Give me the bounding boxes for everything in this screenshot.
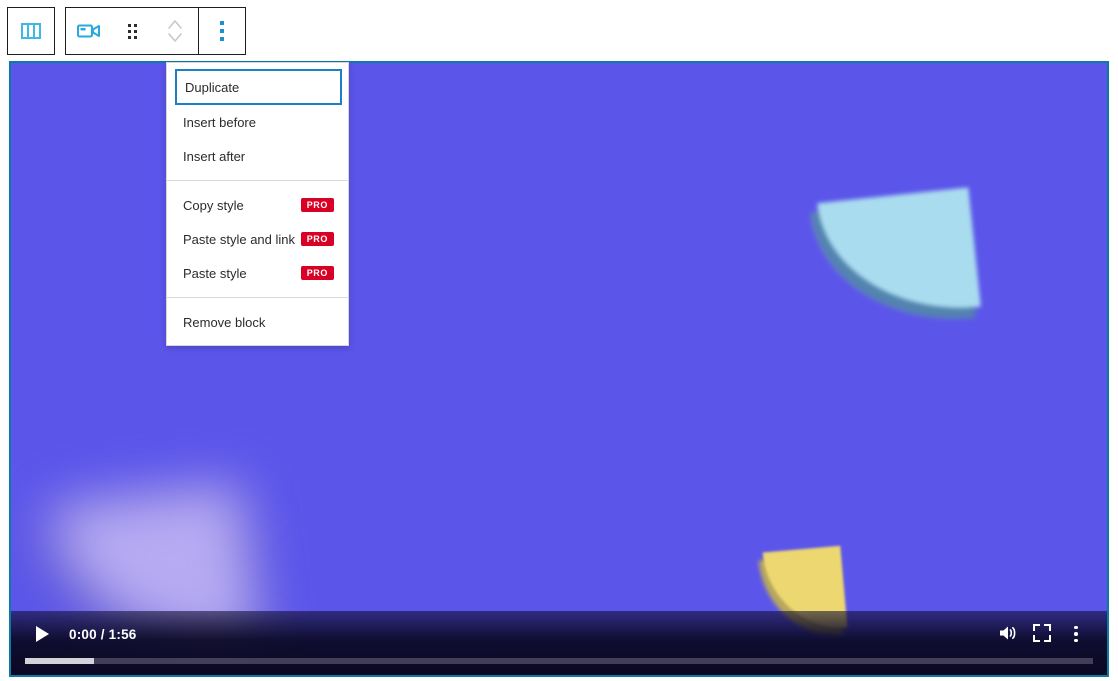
block-options-menu: Duplicate Insert before Insert after Cop…: [166, 62, 349, 346]
toolbar-group-block: [65, 7, 246, 55]
menu-item-copy-style[interactable]: Copy style PRO: [167, 188, 348, 222]
play-icon: [35, 626, 49, 642]
menu-item-insert-before[interactable]: Insert before: [167, 105, 348, 139]
pro-badge: PRO: [300, 198, 334, 212]
drag-handle-button[interactable]: [112, 8, 152, 54]
progress-bar[interactable]: [25, 658, 1093, 664]
menu-divider: [167, 180, 348, 181]
progress-bar-fill: [25, 658, 95, 664]
video-controls-bar: 0:00 / 1:56: [11, 611, 1107, 675]
menu-divider: [167, 297, 348, 298]
menu-item-insert-after[interactable]: Insert after: [167, 139, 348, 173]
fullscreen-button[interactable]: [1025, 617, 1059, 651]
menu-item-duplicate[interactable]: Duplicate: [175, 69, 342, 105]
columns-icon: [21, 23, 41, 39]
pro-badge: PRO: [300, 232, 334, 246]
drag-handle-icon: [127, 23, 137, 39]
chevron-up-down-icon: [166, 16, 184, 46]
block-toolbar: [7, 7, 246, 55]
volume-button[interactable]: [991, 617, 1025, 651]
fullscreen-icon: [1033, 623, 1051, 645]
video-block-button[interactable]: [66, 8, 112, 54]
time-display: 0:00 / 1:56: [69, 626, 137, 642]
more-options-button[interactable]: [199, 8, 245, 54]
menu-item-label: Paste style: [183, 265, 247, 281]
columns-layout-button[interactable]: [8, 8, 54, 54]
menu-item-paste-style[interactable]: Paste style PRO: [167, 256, 348, 290]
play-button[interactable]: [25, 617, 59, 651]
vertical-ellipsis-icon: [1074, 625, 1078, 643]
menu-item-label: Copy style: [183, 197, 244, 213]
menu-item-label: Insert before: [183, 114, 256, 130]
vertical-ellipsis-icon: [220, 21, 224, 41]
video-controls-row: 0:00 / 1:56: [11, 611, 1107, 657]
player-more-button[interactable]: [1059, 617, 1093, 651]
menu-bottom-padding: [167, 339, 348, 345]
video-camera-icon: [77, 22, 101, 40]
toolbar-group-layout: [7, 7, 55, 55]
menu-item-paste-style-and-link[interactable]: Paste style and link PRO: [167, 222, 348, 256]
volume-icon: [998, 624, 1018, 645]
menu-item-label: Duplicate: [185, 79, 240, 95]
menu-item-label: Remove block: [183, 314, 266, 330]
menu-item-label: Paste style and link: [183, 231, 296, 247]
menu-item-remove-block[interactable]: Remove block: [167, 305, 348, 339]
app-root: 0:00 / 1:56 Duplicate Insert before Inse…: [0, 0, 1118, 681]
move-up-down-button[interactable]: [152, 8, 198, 54]
menu-item-label: Insert after: [183, 148, 246, 164]
pro-badge: PRO: [300, 266, 334, 280]
